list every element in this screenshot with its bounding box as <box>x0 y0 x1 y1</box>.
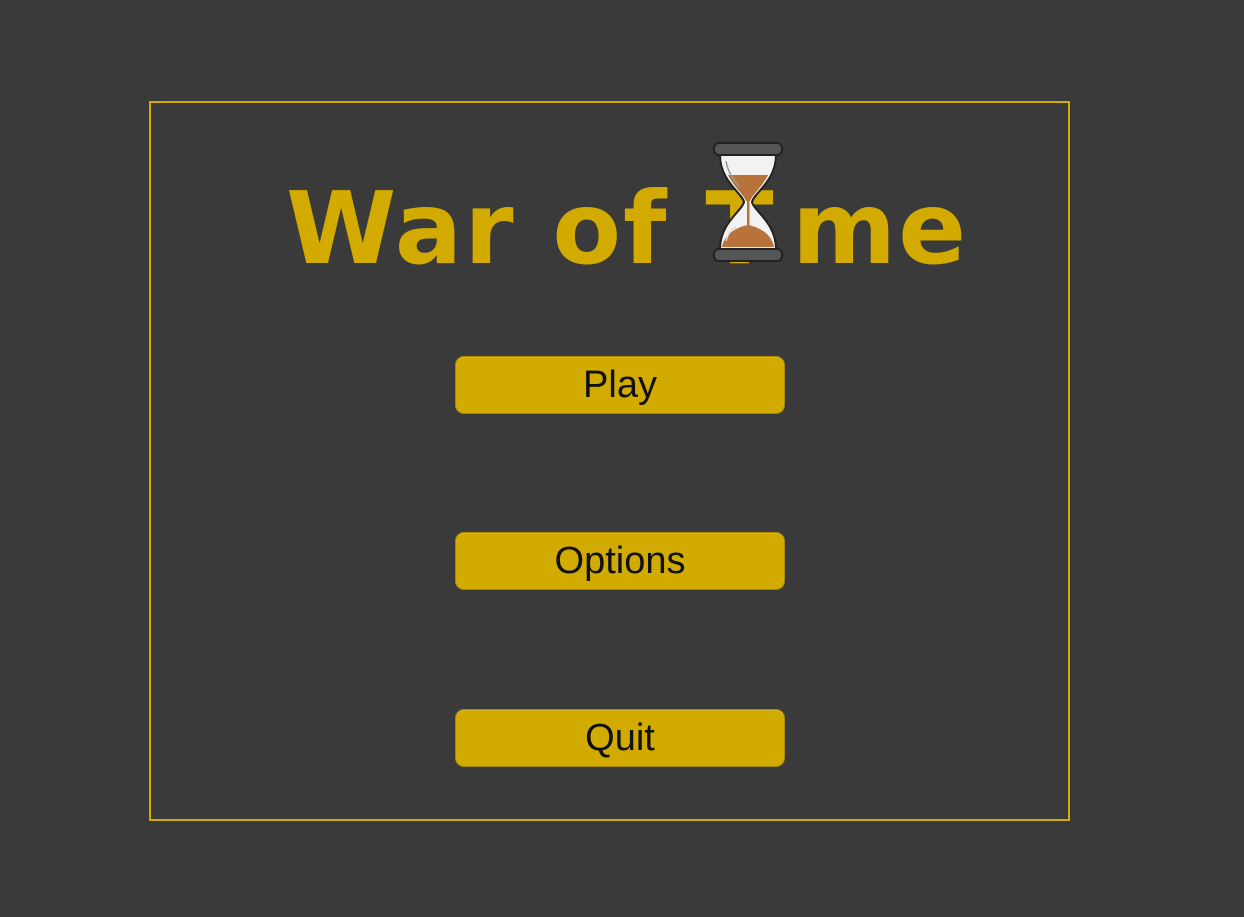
options-button[interactable]: Options <box>455 532 785 590</box>
game-logo: War of T me <box>284 141 966 279</box>
main-menu-panel: War of T me Play Options Quit <box>149 101 1070 821</box>
logo-text-me: me <box>792 170 969 287</box>
hourglass-icon <box>713 142 783 262</box>
quit-button[interactable]: Quit <box>455 709 785 767</box>
play-button[interactable]: Play <box>455 356 785 414</box>
logo-text-war-of-t: War of T <box>286 170 776 287</box>
